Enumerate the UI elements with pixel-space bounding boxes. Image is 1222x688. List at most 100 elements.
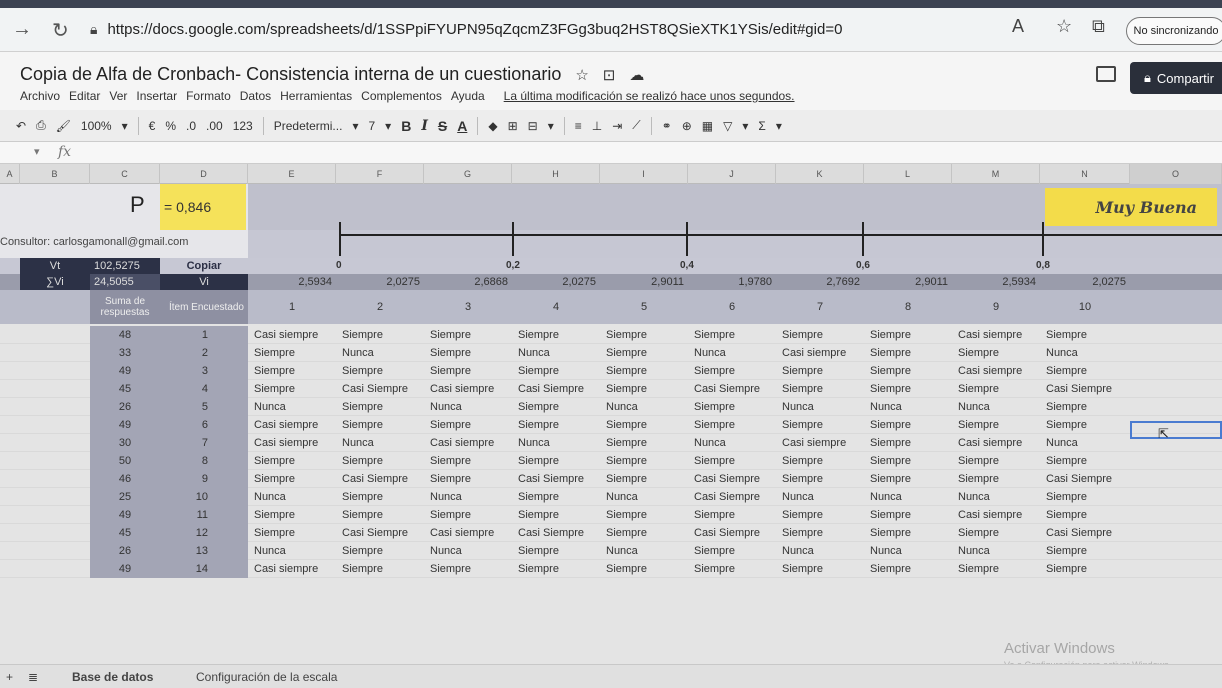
answer-cell[interactable]: Nunca bbox=[600, 398, 688, 416]
item-number[interactable]: 9 bbox=[952, 290, 1040, 324]
answer-cell[interactable]: Siempre bbox=[600, 380, 688, 398]
answer-cell[interactable]: Nunca bbox=[776, 542, 864, 560]
respondent-index-cell[interactable]: 6 bbox=[160, 416, 248, 434]
doc-title[interactable]: Copia de Alfa de Cronbach- Consistencia … bbox=[20, 64, 561, 85]
answer-cell[interactable]: Siempre bbox=[952, 452, 1040, 470]
item-number[interactable]: 8 bbox=[864, 290, 952, 324]
answer-cell[interactable]: Siempre bbox=[424, 452, 512, 470]
item-number[interactable]: 3 bbox=[424, 290, 512, 324]
answer-cell[interactable]: Siempre bbox=[952, 524, 1040, 542]
answer-cell[interactable]: Siempre bbox=[424, 344, 512, 362]
answer-cell[interactable]: Casi Siempre bbox=[336, 470, 424, 488]
answer-cell[interactable]: Siempre bbox=[424, 560, 512, 578]
respondent-index-cell[interactable]: 12 bbox=[160, 524, 248, 542]
col-header-m[interactable]: M bbox=[952, 164, 1040, 184]
sum-cell[interactable]: 49 bbox=[90, 506, 160, 524]
answer-cell[interactable]: Nunca bbox=[600, 542, 688, 560]
answer-cell[interactable]: Siempre bbox=[512, 506, 600, 524]
insert-link-icon[interactable]: ⚭ bbox=[662, 119, 672, 133]
answer-cell[interactable]: Siempre bbox=[776, 524, 864, 542]
answer-cell[interactable]: Siempre bbox=[864, 452, 952, 470]
answer-cell[interactable]: Siempre bbox=[688, 398, 776, 416]
answer-cell[interactable]: Nunca bbox=[512, 434, 600, 452]
answer-cell[interactable]: Siempre bbox=[600, 452, 688, 470]
respondent-index-cell[interactable]: 7 bbox=[160, 434, 248, 452]
answer-cell[interactable]: Siempre bbox=[512, 362, 600, 380]
respondent-index-cell[interactable]: 3 bbox=[160, 362, 248, 380]
vi-value[interactable]: 2,9011 bbox=[600, 274, 688, 290]
answer-cell[interactable]: Siempre bbox=[688, 416, 776, 434]
menu-herramientas[interactable]: Herramientas bbox=[280, 89, 352, 103]
answer-cell[interactable]: Casi Siempre bbox=[688, 470, 776, 488]
answer-cell[interactable]: Siempre bbox=[776, 416, 864, 434]
bold-button[interactable]: B bbox=[401, 118, 411, 134]
menu-complementos[interactable]: Complementos bbox=[361, 89, 442, 103]
menu-insertar[interactable]: Insertar bbox=[136, 89, 177, 103]
percent-button[interactable]: % bbox=[165, 119, 176, 133]
menu-ver[interactable]: Ver bbox=[109, 89, 127, 103]
col-header-d[interactable]: D bbox=[160, 164, 248, 184]
answer-cell[interactable]: Siempre bbox=[512, 452, 600, 470]
answer-cell[interactable]: Siempre bbox=[864, 434, 952, 452]
sum-cell[interactable]: 49 bbox=[90, 362, 160, 380]
sum-cell[interactable]: 48 bbox=[90, 326, 160, 344]
respondent-index-cell[interactable]: 2 bbox=[160, 344, 248, 362]
answer-cell[interactable]: Casi siempre bbox=[248, 326, 336, 344]
answer-cell[interactable]: Siempre bbox=[424, 416, 512, 434]
col-header-j[interactable]: J bbox=[688, 164, 776, 184]
answer-cell[interactable]: Siempre bbox=[424, 326, 512, 344]
sum-cell[interactable]: 49 bbox=[90, 560, 160, 578]
answer-cell[interactable]: Siempre bbox=[336, 452, 424, 470]
vi-value[interactable]: 2,9011 bbox=[864, 274, 952, 290]
col-header-c[interactable]: C bbox=[90, 164, 160, 184]
answer-cell[interactable]: Casi Siempre bbox=[1040, 470, 1130, 488]
vi-value[interactable]: 2,5934 bbox=[248, 274, 336, 290]
answer-cell[interactable]: Siempre bbox=[1040, 542, 1130, 560]
copiar-button[interactable]: Copiar bbox=[160, 258, 248, 274]
vi-value[interactable]: 2,6868 bbox=[424, 274, 512, 290]
borders-icon[interactable]: ⊞ bbox=[508, 119, 518, 133]
respondent-index-cell[interactable]: 11 bbox=[160, 506, 248, 524]
insert-comment-icon[interactable]: ⊕ bbox=[682, 119, 692, 133]
functions-icon[interactable]: Σ bbox=[758, 119, 765, 133]
answer-cell[interactable]: Siempre bbox=[776, 470, 864, 488]
answer-cell[interactable]: Casi Siempre bbox=[1040, 380, 1130, 398]
answer-cell[interactable]: Siempre bbox=[336, 398, 424, 416]
font-select[interactable]: Predetermi... bbox=[274, 119, 343, 133]
answer-cell[interactable]: Siempre bbox=[424, 470, 512, 488]
answer-cell[interactable]: Siempre bbox=[688, 362, 776, 380]
answer-cell[interactable]: Siempre bbox=[512, 326, 600, 344]
vi-value[interactable]: 2,0275 bbox=[336, 274, 424, 290]
item-number[interactable]: 10 bbox=[1040, 290, 1130, 324]
share-button[interactable]: 🔒︎ Compartir bbox=[1130, 62, 1222, 94]
item-number[interactable]: 6 bbox=[688, 290, 776, 324]
vt-value[interactable]: 102,5275 bbox=[90, 258, 160, 274]
answer-cell[interactable]: Casi siempre bbox=[952, 434, 1040, 452]
answer-cell[interactable]: Siempre bbox=[1040, 560, 1130, 578]
answer-cell[interactable]: Siempre bbox=[424, 506, 512, 524]
answer-cell[interactable]: Casi siempre bbox=[952, 326, 1040, 344]
answer-cell[interactable]: Siempre bbox=[512, 560, 600, 578]
answer-cell[interactable]: Siempre bbox=[1040, 416, 1130, 434]
fill-color-icon[interactable]: ◆ bbox=[488, 119, 497, 133]
p-value-cell[interactable]: = 0,846 bbox=[160, 184, 246, 230]
forward-arrow-icon[interactable]: → bbox=[12, 18, 32, 41]
menu-datos[interactable]: Datos bbox=[240, 89, 271, 103]
answer-cell[interactable]: Siempre bbox=[864, 380, 952, 398]
answer-cell[interactable]: Nunca bbox=[424, 398, 512, 416]
answer-cell[interactable]: Nunca bbox=[952, 542, 1040, 560]
sum-cell[interactable]: 33 bbox=[90, 344, 160, 362]
col-header-f[interactable]: F bbox=[336, 164, 424, 184]
answer-cell[interactable]: Casi siempre bbox=[248, 434, 336, 452]
answer-cell[interactable]: Siempre bbox=[512, 416, 600, 434]
answer-cell[interactable]: Nunca bbox=[512, 344, 600, 362]
answer-cell[interactable]: Nunca bbox=[336, 434, 424, 452]
answer-cell[interactable]: Siempre bbox=[248, 362, 336, 380]
answer-cell[interactable]: Casi Siempre bbox=[688, 524, 776, 542]
insert-chart-icon[interactable]: ▦ bbox=[702, 119, 713, 133]
answer-cell[interactable]: Casi siempre bbox=[424, 524, 512, 542]
sum-cell[interactable]: 49 bbox=[90, 416, 160, 434]
star-icon[interactable]: ☆ bbox=[575, 66, 588, 84]
answer-cell[interactable]: Nunca bbox=[336, 344, 424, 362]
answer-cell[interactable]: Nunca bbox=[864, 488, 952, 506]
